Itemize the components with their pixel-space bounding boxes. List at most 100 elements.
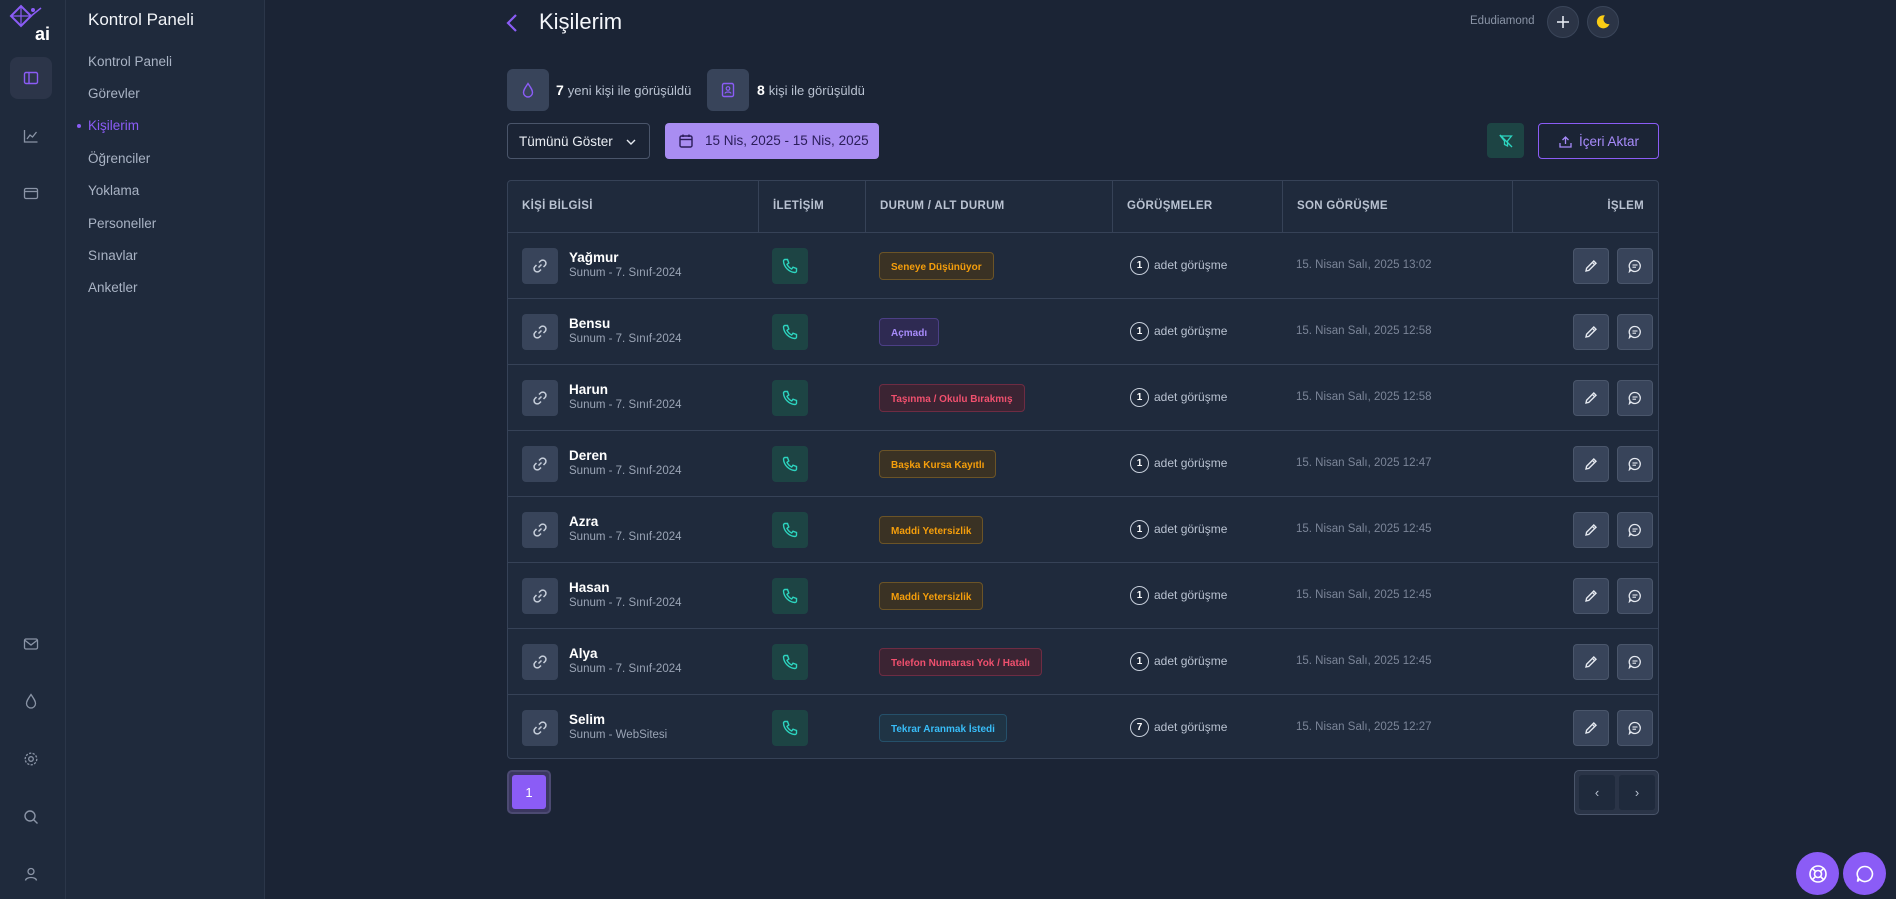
contact-name[interactable]: Yağmur [569, 250, 619, 265]
edit-button[interactable] [1573, 248, 1609, 284]
edit-button[interactable] [1573, 380, 1609, 416]
link-icon [533, 457, 547, 471]
logo-icon[interactable]: ai [7, 2, 53, 42]
settings-rail-button[interactable] [10, 738, 52, 780]
contact-link-button[interactable] [522, 578, 558, 614]
sidebar-item-gorevler[interactable]: Görevler [88, 86, 140, 101]
message-button[interactable] [1617, 578, 1653, 614]
call-button[interactable] [772, 314, 808, 350]
message-button[interactable] [1617, 644, 1653, 680]
message-button[interactable] [1617, 380, 1653, 416]
pencil-icon [1585, 590, 1597, 602]
phone-icon [782, 588, 798, 604]
sidebar-item-kontrol-paneli[interactable]: Kontrol Paneli [88, 54, 172, 69]
meeting-count: 1 [1130, 388, 1149, 407]
message-button[interactable] [1617, 314, 1653, 350]
drop-rail-button[interactable] [10, 680, 52, 722]
contact-name[interactable]: Azra [569, 514, 598, 529]
chart-line-icon [23, 130, 38, 143]
last-meeting-date: 15. Nisan Salı, 2025 13:02 [1296, 259, 1432, 271]
table-row: Selim Sunum - WebSitesi Tekrar Aranmak İst… [508, 695, 1658, 758]
sidebar-item-ogrenciler[interactable]: Öğrenciler [88, 151, 150, 166]
call-button[interactable] [772, 248, 808, 284]
sidebar-item-sinavlar[interactable]: Sınavlar [88, 248, 138, 263]
contact-link-button[interactable] [522, 512, 558, 548]
contact-link-button[interactable] [522, 380, 558, 416]
mail-rail-button[interactable] [10, 623, 52, 665]
call-button[interactable] [772, 380, 808, 416]
meeting-count-label: adet görüşme [1154, 720, 1228, 734]
sidebar-item-personeller[interactable]: Personeller [88, 216, 156, 231]
call-button[interactable] [772, 446, 808, 482]
message-icon [1628, 523, 1641, 537]
message-button[interactable] [1617, 446, 1653, 482]
add-button[interactable] [1547, 6, 1579, 38]
user-name[interactable]: Edudiamond [1470, 15, 1535, 27]
contact-link-button[interactable] [522, 314, 558, 350]
theme-toggle-button[interactable] [1587, 6, 1619, 38]
sidebar-item-kisilerim[interactable]: Kişilerim [88, 118, 139, 133]
dashboard-rail-button[interactable] [10, 57, 52, 99]
new-contacts-label: yeni kişi ile görüşüldü [567, 83, 692, 98]
meeting-count: 1 [1130, 520, 1149, 539]
contact-name[interactable]: Harun [569, 382, 608, 397]
column-header-status: DURUM / ALT DURUM [866, 181, 1113, 233]
edit-button[interactable] [1573, 644, 1609, 680]
page-1-button[interactable]: 1 [507, 770, 551, 814]
status-badge: Seneye Düşünüyor [879, 252, 994, 280]
edit-button[interactable] [1573, 446, 1609, 482]
date-range-button[interactable]: 15 Nis, 2025 - 15 Nis, 2025 [665, 123, 879, 159]
pencil-icon [1585, 656, 1597, 668]
contact-link-button[interactable] [522, 248, 558, 284]
help-button[interactable] [1796, 852, 1839, 895]
meeting-count: 1 [1130, 454, 1149, 473]
link-icon [533, 721, 547, 735]
status-filter-value: Tümünü Göster [519, 134, 613, 149]
contact-source: Sunum - WebSitesi [569, 729, 668, 741]
contact-source: Sunum - 7. Sınıf-2024 [569, 267, 682, 279]
edit-button[interactable] [1573, 512, 1609, 548]
date-range-label: 15 Nis, 2025 - 15 Nis, 2025 [705, 133, 869, 148]
message-button[interactable] [1617, 512, 1653, 548]
call-button[interactable] [772, 512, 808, 548]
contact-name[interactable]: Bensu [569, 316, 610, 331]
table-row: Deren Sunum - 7. Sınıf-2024 Başka Kursa Ka… [508, 431, 1658, 497]
call-button[interactable] [772, 578, 808, 614]
message-button[interactable] [1617, 248, 1653, 284]
profile-rail-button[interactable] [10, 853, 52, 895]
last-meeting-date: 15. Nisan Salı, 2025 12:58 [1296, 325, 1432, 337]
filter-button[interactable] [1487, 123, 1524, 158]
contact-name[interactable]: Hasan [569, 580, 610, 595]
contact-link-button[interactable] [522, 644, 558, 680]
edit-button[interactable] [1573, 578, 1609, 614]
chat-button[interactable] [1843, 852, 1886, 895]
search-icon [24, 810, 38, 824]
status-filter-select[interactable]: Tümünü Göster [507, 123, 650, 159]
search-rail-button[interactable] [10, 796, 52, 838]
last-meeting-date: 15. Nisan Salı, 2025 12:47 [1296, 457, 1432, 469]
svg-text:ai: ai [35, 24, 50, 42]
contact-name[interactable]: Deren [569, 448, 607, 463]
call-button[interactable] [772, 710, 808, 746]
sidebar-item-yoklama[interactable]: Yoklama [88, 183, 139, 198]
status-badge: Maddi Yetersizlik [879, 516, 984, 544]
edit-button[interactable] [1573, 710, 1609, 746]
contact-name[interactable]: Selim [569, 712, 605, 727]
back-arrow-icon[interactable] [504, 12, 520, 34]
column-header-communication: İLETİŞİM [759, 181, 866, 233]
wallet-rail-button[interactable] [10, 172, 52, 214]
edit-button[interactable] [1573, 314, 1609, 350]
contact-link-button[interactable] [522, 710, 558, 746]
import-button[interactable]: İçeri Aktar [1538, 123, 1659, 159]
contact-link-button[interactable] [522, 446, 558, 482]
analytics-rail-button[interactable] [10, 115, 52, 157]
contact-name[interactable]: Alya [569, 646, 598, 661]
contacts-stat: 8 kişi ile görüşüldü [757, 82, 865, 98]
call-button[interactable] [772, 644, 808, 680]
message-button[interactable] [1617, 710, 1653, 746]
new-contacts-stat: 7 yeni kişi ile görüşüldü [556, 82, 691, 98]
next-page-button[interactable]: › [1619, 775, 1655, 810]
sidebar-item-anketler[interactable]: Anketler [88, 280, 138, 295]
prev-page-button[interactable]: ‹ [1579, 775, 1615, 810]
status-badge: Tekrar Aranmak İstedi [879, 714, 1007, 742]
